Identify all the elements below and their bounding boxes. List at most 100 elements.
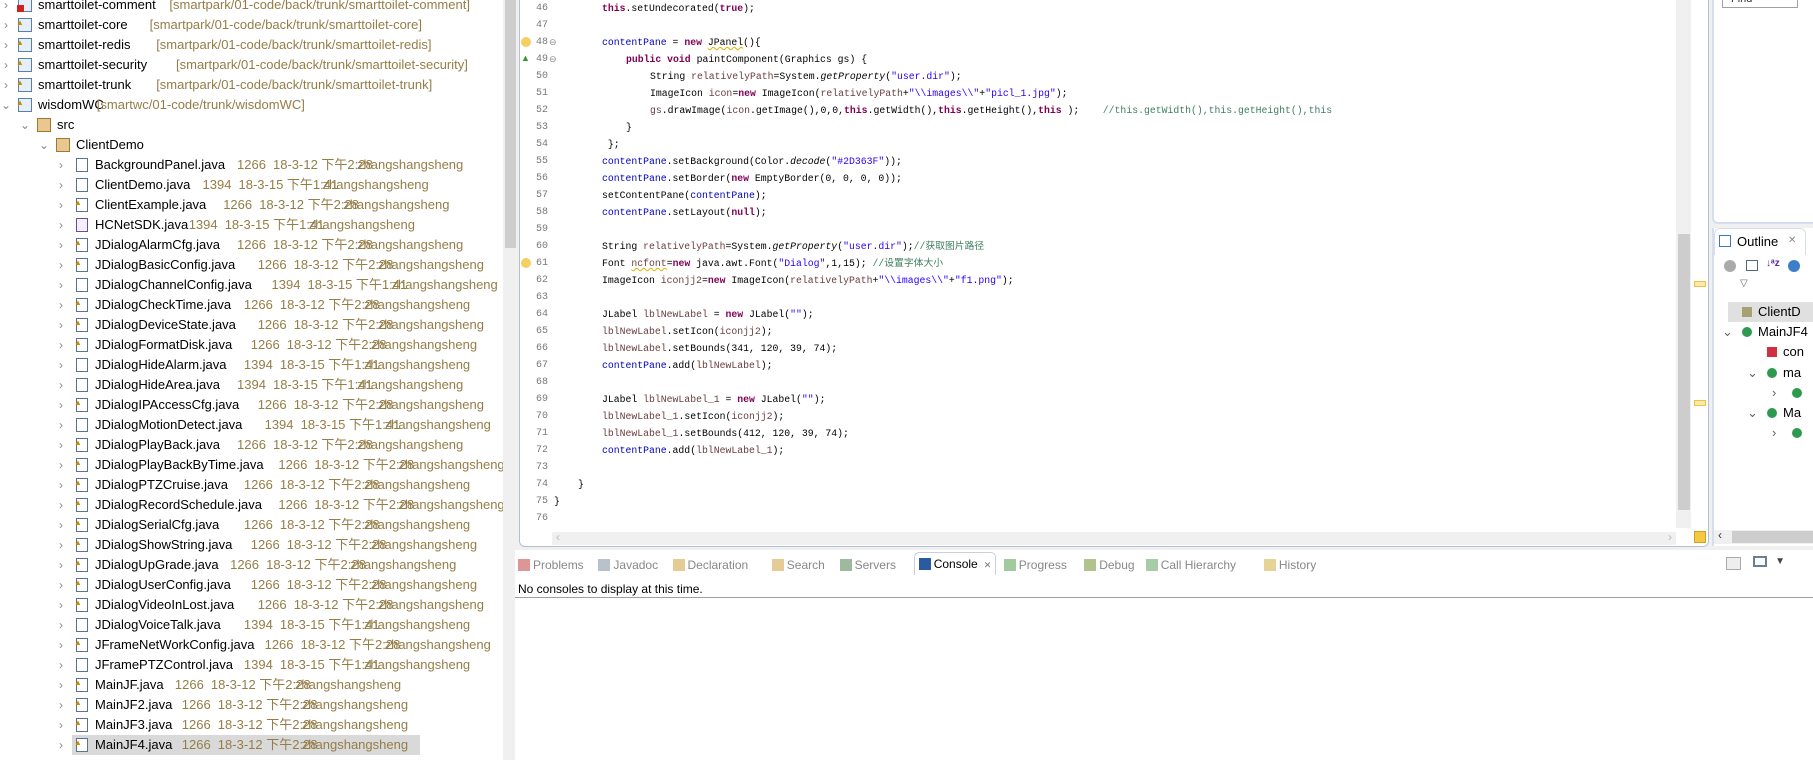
code-line[interactable]: contentPane = new JPanel(){ [602, 34, 761, 51]
code-line[interactable]: contentPane.add(lblNewLabel); [602, 357, 773, 374]
view-menu-icon[interactable]: ▽ [1740, 278, 1748, 289]
chevron-right-icon[interactable]: › [55, 415, 67, 435]
tab-javadoc[interactable]: Javadoc [598, 554, 658, 576]
chevron-right-icon[interactable]: › [55, 575, 67, 595]
code-line[interactable]: gs.drawImage(icon.getImage(),0,0,this.ge… [650, 102, 1332, 119]
chevron-right-icon[interactable]: › [55, 595, 67, 615]
outline-item[interactable]: › [1714, 423, 1813, 443]
code-line[interactable]: contentPane.add(lblNewLabel_1); [602, 442, 784, 459]
warning-marker[interactable] [1694, 281, 1706, 287]
chevron-right-icon[interactable]: › [55, 395, 67, 415]
collapse-all-icon[interactable] [1746, 260, 1758, 271]
override-icon[interactable]: ▲ [521, 53, 531, 63]
chevron-right-icon[interactable]: › [55, 455, 67, 475]
tree-project-item[interactable]: › smarttoilet-comment [smartpark/01-code/b… [0, 0, 503, 15]
tree-file-item[interactable]: › ▲ JDialogUpGrade.java 1266 18-3-12 下午2:28 z… [59, 555, 503, 575]
tree-file-item[interactable]: › ▲ JDialogIPAccessCfg.java 1266 18-3-12 下午2… [59, 395, 503, 415]
tree-file-item[interactable]: › ▲ JDialogFormatDisk.java 1266 18-3-12 下午2:… [59, 335, 503, 355]
code-line[interactable]: Font ncfont=new java.awt.Font("Dialog",1… [602, 255, 943, 272]
tree-file-item[interactable]: › ▲ JFrameNetWorkConfig.java 1266 18-3-12 下午… [59, 635, 503, 655]
chevron-right-icon[interactable]: › [55, 195, 67, 215]
chevron-right-icon[interactable]: › [55, 355, 67, 375]
chevron-right-icon[interactable]: › [55, 375, 67, 395]
tree-scrollbar-thumb[interactable] [505, 0, 516, 248]
tab-debug[interactable]: Debug [1084, 554, 1135, 576]
chevron-right-icon[interactable]: › [55, 175, 67, 195]
chevron-right-icon[interactable]: › [55, 475, 67, 495]
code-line[interactable]: } [554, 493, 560, 510]
tree-file-item[interactable]: › ▲ JDialogShowString.java 1266 18-3-12 下午2:… [59, 535, 503, 555]
tab-problems[interactable]: Problems [518, 554, 584, 576]
chevron-right-icon[interactable]: › [55, 295, 67, 315]
chevron-right-icon[interactable]: › [55, 535, 67, 555]
chevron-right-icon[interactable]: › [55, 695, 67, 715]
tab-call-hierarchy[interactable]: Call Hierarchy [1145, 554, 1236, 576]
code-line[interactable]: contentPane.setBackground(Color.decode("… [602, 153, 902, 170]
scroll-left-icon[interactable]: ‹ [556, 530, 560, 544]
tree-file-item[interactable]: › ▲ MainJF3.java 1266 18-3-12 下午2:28 zhangsha… [59, 715, 503, 735]
outline-item[interactable]: ⌄ Ma [1714, 403, 1813, 423]
scroll-right-icon[interactable]: › [1668, 530, 1672, 544]
outline-item[interactable]: ClientD [1728, 302, 1813, 322]
outline-item[interactable]: ⌄ ma [1714, 363, 1813, 383]
chevron-right-icon[interactable]: › [55, 735, 67, 755]
chevron-right-icon[interactable]: › [55, 495, 67, 515]
code-line[interactable]: String relativelyPath=System.getProperty… [602, 238, 984, 255]
tree-project-item[interactable]: › ▲ smarttoilet-redis [smartpark/01-code/ba… [0, 35, 503, 55]
tree-file-item[interactable]: › ▲ JDialogDeviceState.java 1266 18-3-12 下午2… [59, 315, 503, 335]
tree-file-item[interactable]: › JDialogHideArea.java 1394 18-3-15 下午1:41 z… [59, 375, 503, 395]
chevron-right-icon[interactable]: › [55, 635, 67, 655]
chevron-right-icon[interactable]: › [55, 515, 67, 535]
tree-file-item[interactable]: › JDialogMotionDetect.java 1394 18-3-15 下午1… [59, 415, 503, 435]
pin-console-icon[interactable] [1726, 557, 1741, 570]
code-line[interactable]: lblNewLabel.setIcon(iconjj2); [602, 323, 773, 340]
tree-file-item[interactable]: › ▲ JDialogCheckTime.java 1266 18-3-12 下午2:2… [59, 295, 503, 315]
code-line[interactable]: lblNewLabel.setBounds(341, 120, 39, 74); [602, 340, 837, 357]
code-line[interactable]: public void paintComponent(Graphics gs) … [626, 51, 867, 68]
tree-file-item[interactable]: › JDialogChannelConfig.java 1394 18-3-15 下午… [59, 275, 503, 295]
chevron-right-icon[interactable]: › [0, 15, 12, 35]
tree-file-item[interactable]: › ▲ JDialogPTZCruise.java 1266 18-3-12 下午2:2… [59, 475, 503, 495]
tree-project-item[interactable]: › ▲ smarttoilet-core [smartpark/01-code/bac… [0, 15, 503, 35]
view-menu-icon[interactable]: ▼ [1775, 556, 1785, 567]
chevron-right-icon[interactable]: › [55, 315, 67, 335]
warning-icon[interactable] [521, 258, 531, 268]
warning-summary-icon[interactable] [1694, 531, 1706, 543]
code-line[interactable]: JLabel lblNewLabel_1 = new JLabel(""); [602, 391, 825, 408]
close-icon[interactable]: ✕ [1788, 235, 1796, 246]
outline-tab[interactable]: Outline ✕ [1714, 228, 1806, 255]
chevron-down-icon[interactable]: ⌄ [1722, 322, 1733, 342]
chevron-down-icon[interactable]: ⌄ [1747, 403, 1758, 423]
fold-collapse-icon[interactable]: ⊖ [549, 51, 557, 68]
outline-horizontal-scrollbar[interactable]: ‹ [1714, 528, 1813, 544]
code-line[interactable]: ImageIcon icon=new ImageIcon(relativelyP… [650, 85, 1068, 102]
tree-file-item[interactable]: › ClientDemo.java 1394 18-3-15 下午1:41 zhangs… [59, 175, 503, 195]
tree-file-item[interactable]: › ▲ JDialogSerialCfg.java 1266 18-3-12 下午2:2… [59, 515, 503, 535]
warning-marker[interactable] [1694, 400, 1706, 406]
outline-item[interactable]: › [1714, 383, 1813, 403]
tree-file-item[interactable]: › ▲ MainJF.java 1266 18-3-12 下午2:28 zhangshan… [59, 675, 503, 695]
chevron-right-icon[interactable]: › [55, 655, 67, 675]
code-line[interactable]: String relativelyPath=System.getProperty… [650, 68, 962, 85]
tree-file-item[interactable]: › ▲ JDialogUserConfig.java 1266 18-3-12 下午2:… [59, 575, 503, 595]
chevron-right-icon[interactable]: › [55, 235, 67, 255]
tree-file-item[interactable]: › JDialogHideAlarm.java 1394 18-3-15 下午1:41… [59, 355, 503, 375]
tree-file-item[interactable]: › BackgroundPanel.java 1266 18-3-12 下午2:28 z… [59, 155, 503, 175]
tree-file-item[interactable]: › ▲ JDialogBasicConfig.java 1266 18-3-12 下午2… [59, 255, 503, 275]
chevron-right-icon[interactable]: › [0, 55, 12, 75]
outline-item[interactable]: con [1714, 342, 1813, 362]
chevron-right-icon[interactable]: › [55, 335, 67, 355]
tree-file-item[interactable]: › ▲ JDialogRecordSchedule.java 1266 18-3-12 … [59, 495, 503, 515]
code-line[interactable]: ImageIcon iconjj2=new ImageIcon(relative… [602, 272, 1014, 289]
tree-file-item[interactable]: › ▲ MainJF4.java 1266 18-3-12 下午2:28 zhangsha… [59, 735, 420, 755]
chevron-right-icon[interactable]: › [0, 35, 12, 55]
chevron-right-icon[interactable]: › [1772, 383, 1776, 403]
tab-progress[interactable]: Progress [1003, 554, 1067, 576]
editor-vertical-scrollbar-thumb[interactable] [1678, 234, 1690, 510]
tree-project-item[interactable]: › ▲ smarttoilet-security [smartpark/01-code… [0, 55, 503, 75]
outline-item[interactable]: ⌄ MainJF4 [1714, 322, 1813, 342]
sort-icon[interactable]: ↓ᵃz [1766, 258, 1780, 269]
chevron-right-icon[interactable]: › [55, 555, 67, 575]
chevron-right-icon[interactable]: › [55, 275, 67, 295]
tab-declaration[interactable]: Declaration [672, 554, 748, 576]
